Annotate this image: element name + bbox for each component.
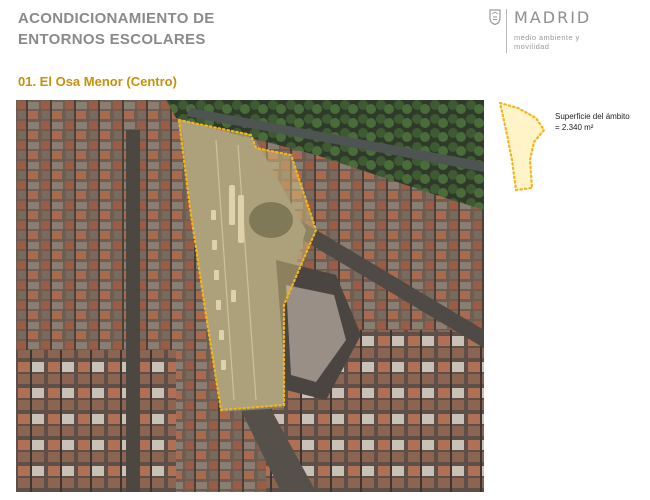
page-title-line1: ACONDICIONAMIENTO DE xyxy=(18,10,215,27)
city-blocks-southwest xyxy=(16,350,176,492)
logo-name: MADRID xyxy=(514,8,592,27)
aerial-map-image xyxy=(16,100,484,492)
logo-subtitle-line2: movilidad xyxy=(514,42,550,51)
section-subtitle: 01. El Osa Menor (Centro) xyxy=(18,74,177,89)
madrid-logo: MADRID medio ambiente y movilidad xyxy=(489,8,619,58)
west-street xyxy=(126,130,140,492)
madrid-crest-icon xyxy=(489,9,501,25)
logo-subtitle-line1: medio ambiente y xyxy=(514,33,580,42)
legend-area-label-line2: = 2.340 m² xyxy=(555,123,594,132)
legend-area-label: Superficie del ámbito = 2.340 m² xyxy=(555,111,647,133)
legend-area-label-line1: Superficie del ámbito xyxy=(555,112,630,121)
logo-subtitle: medio ambiente y movilidad xyxy=(514,33,614,51)
page-title-line2: ENTORNOS ESCOLARES xyxy=(18,31,206,48)
page-title: ACONDICIONAMIENTO DE ENTORNOS ESCOLARES xyxy=(18,8,278,50)
logo-divider xyxy=(506,9,507,53)
tree-canopy xyxy=(249,202,293,238)
aerial-map xyxy=(16,100,484,492)
dotted-area-outline-icon xyxy=(498,101,546,192)
